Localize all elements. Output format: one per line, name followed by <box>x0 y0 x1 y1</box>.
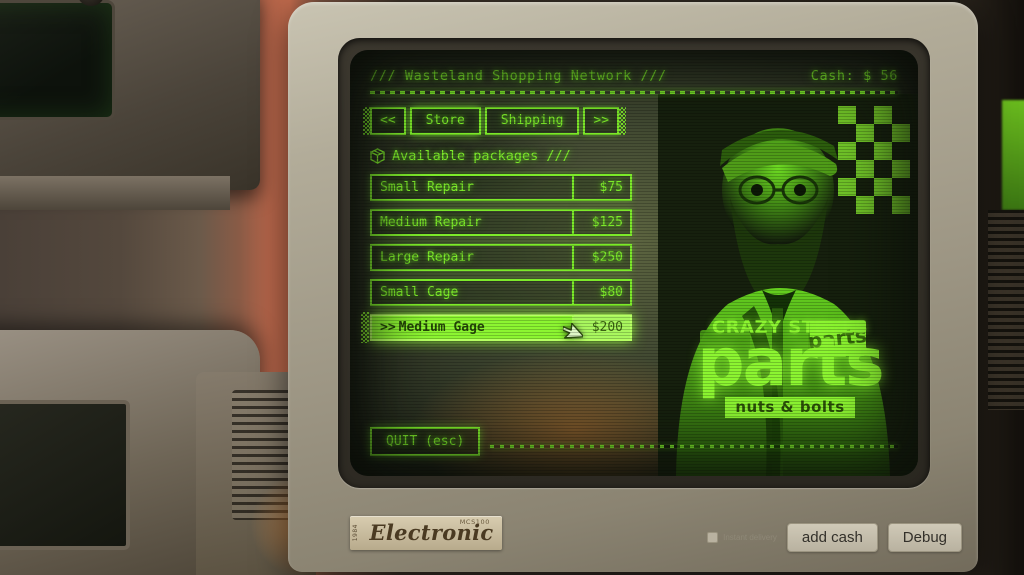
tab-shipping[interactable]: Shipping <box>484 107 580 135</box>
package-row[interactable]: Small Cage $80 <box>370 279 632 306</box>
logo-main-text: parts <box>697 324 884 402</box>
next-tab-arrow[interactable]: >> <box>583 107 626 135</box>
background-green-light <box>1002 100 1024 210</box>
package-name-label: Small Cage <box>380 285 459 300</box>
store-logo: CRAZY STEVES parts nuts & bolts <box>676 317 904 418</box>
prev-tab-arrow[interactable]: << <box>363 107 406 135</box>
divider-top <box>370 91 898 94</box>
package-price: $250 <box>574 244 632 271</box>
tab-bar: << Store Shipping >> <box>363 107 640 135</box>
package-name-label: Large Repair <box>380 250 474 265</box>
package-name: Large Repair <box>370 244 574 271</box>
selection-marker-icon: >> <box>380 320 396 335</box>
background-shelf <box>0 176 230 210</box>
divider-bottom <box>490 445 898 448</box>
package-price: $75 <box>574 174 632 201</box>
footer-row: QUIT (esc) <box>370 427 898 456</box>
package-row[interactable]: >> Medium Gage $200 <box>361 312 632 343</box>
crt-screen: parts /// Wasteland Shopping Network ///… <box>350 50 918 476</box>
debug-button[interactable]: Debug <box>887 523 962 552</box>
package-row[interactable]: Large Repair $250 <box>370 244 632 271</box>
brand-side-text: 1984 <box>352 524 359 542</box>
package-name-label: Medium Gage <box>398 320 485 335</box>
package-row[interactable]: Small Repair $75 <box>370 174 632 201</box>
debug-controls: Instant delivery add cash Debug <box>707 523 962 552</box>
background-monitor-top <box>0 0 260 210</box>
crt-monitor: parts /// Wasteland Shopping Network ///… <box>288 2 978 572</box>
package-name-label: Small Repair <box>380 180 474 195</box>
background-monitor-top-screen <box>0 0 115 120</box>
checker-pattern-decoration <box>838 106 910 214</box>
mouse-cursor-icon <box>563 323 583 339</box>
package-name: Small Cage <box>370 279 574 306</box>
instant-delivery-toggle[interactable]: Instant delivery <box>707 532 777 543</box>
page-title: /// Wasteland Shopping Network /// <box>370 68 667 84</box>
add-cash-button[interactable]: add cash <box>786 523 878 552</box>
package-name: Small Repair <box>370 174 574 201</box>
background-right-ribs <box>988 210 1024 410</box>
package-name-label: Medium Repair <box>380 215 482 230</box>
instant-delivery-label: Instant delivery <box>723 533 777 542</box>
brand-model-text: MCS100 <box>459 518 490 526</box>
section-title: Available packages /// <box>392 148 571 164</box>
instant-delivery-checkbox[interactable] <box>707 532 719 543</box>
background-monitor-bottom-screen <box>0 400 130 550</box>
package-name: Medium Repair <box>370 209 574 236</box>
cash-readout: Cash: $ 56 <box>810 68 898 84</box>
scene-root: parts /// Wasteland Shopping Network ///… <box>0 0 1024 575</box>
package-price: $80 <box>574 279 632 306</box>
tab-store[interactable]: Store <box>409 107 481 135</box>
brand-middle: MCS100 Electronic <box>361 517 502 549</box>
logo-sub-text: nuts & bolts <box>725 397 855 418</box>
package-name: >> Medium Gage <box>370 314 574 341</box>
package-price: $125 <box>574 209 632 236</box>
package-row[interactable]: Medium Repair $125 <box>370 209 632 236</box>
section-heading: Available packages /// <box>370 148 898 164</box>
terminal-header: /// Wasteland Shopping Network /// Cash:… <box>370 68 898 84</box>
quit-button[interactable]: QUIT (esc) <box>370 427 481 456</box>
monitor-brand-plate: 1984 MCS100 Electronic <box>350 516 502 550</box>
package-list: Small Repair $75 Medium Repair $125 Large Re… <box>361 174 632 343</box>
package-box-icon <box>370 148 385 164</box>
terminal-ui: /// Wasteland Shopping Network /// Cash:… <box>350 50 918 476</box>
